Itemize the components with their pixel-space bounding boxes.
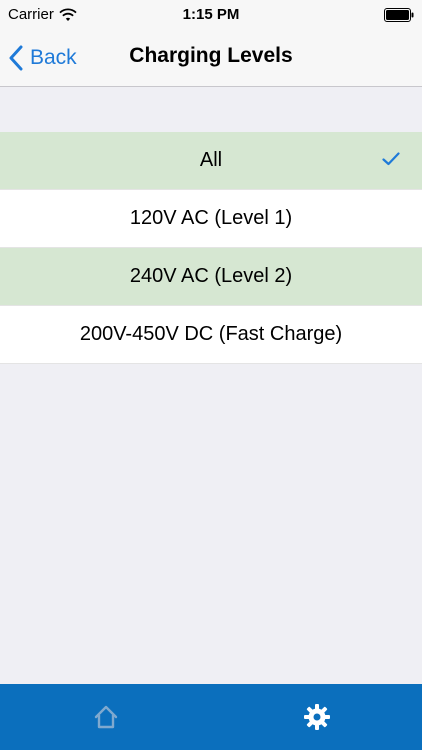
option-label: 240V AC (Level 2) <box>129 265 293 287</box>
option-fast-charge[interactable]: 200V-450V DC (Fast Charge) <box>0 306 422 364</box>
option-level-1[interactable]: 120V AC (Level 1) <box>0 190 422 248</box>
status-time: 1:15 PM <box>182 6 240 23</box>
option-level-2[interactable]: 240V AC (Level 2) <box>0 248 422 306</box>
option-all[interactable]: All <box>0 132 422 190</box>
tab-home[interactable] <box>0 684 211 750</box>
charging-level-list: All 120V AC (Level 1) 240V AC (Level 2) … <box>0 132 422 364</box>
checkmark-icon <box>382 152 400 166</box>
page-title: Charging Levels <box>129 44 293 67</box>
option-label: 120V AC (Level 1) <box>129 207 293 229</box>
status-bar: Carrier 1:15 PM <box>0 0 422 30</box>
tab-bar <box>0 684 422 750</box>
home-icon <box>94 705 117 729</box>
gear-icon <box>303 704 330 730</box>
navigation-bar: Back Charging Levels <box>0 30 422 87</box>
option-label: 200V-450V DC (Fast Charge) <box>79 323 343 345</box>
battery-icon <box>384 8 414 22</box>
option-label: All <box>199 149 223 171</box>
tab-settings[interactable] <box>211 684 422 750</box>
